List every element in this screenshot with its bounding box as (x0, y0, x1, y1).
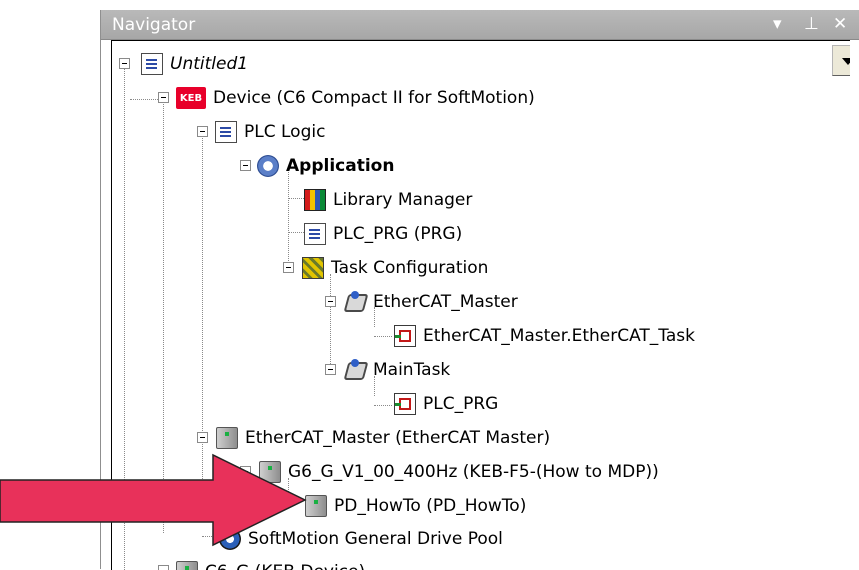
tree-item-device[interactable]: KEB Device (C6 Compact II for SoftMotion… (176, 83, 535, 113)
tree-guide (330, 274, 331, 364)
tree-guide (288, 232, 304, 233)
tree-item-plc-prg-call[interactable]: PLC_PRG (394, 389, 498, 419)
application-gear-icon (257, 155, 279, 177)
library-books-icon (304, 189, 326, 211)
tree-item-label: EtherCAT_Master (373, 292, 518, 312)
tree-item-label: EtherCAT_Master (EtherCAT Master) (245, 428, 551, 448)
collapse-toggle[interactable] (158, 92, 169, 103)
tree-guide (374, 405, 392, 406)
collapse-toggle[interactable] (240, 160, 251, 171)
tree-item-label: Untitled1 (170, 54, 249, 74)
tree-item-label: MainTask (373, 360, 451, 380)
tree-guide (288, 198, 304, 199)
project-tree[interactable]: Untitled1 KEB Device (C6 Compact II for … (111, 40, 850, 570)
collapse-toggle[interactable] (158, 565, 169, 570)
collapse-toggle[interactable] (197, 432, 208, 443)
tree-item-untitled1[interactable]: Untitled1 (141, 49, 248, 79)
tree-guide (202, 536, 218, 537)
tree-item-c6-g[interactable]: C6_G (KEB Device) (176, 557, 365, 570)
tree-item-ethercat-task-call[interactable]: EtherCAT_Master.EtherCAT_Task (394, 321, 695, 351)
task-layers-icon (344, 291, 366, 313)
tree-guide (124, 68, 125, 570)
tree-item-task-configuration[interactable]: Task Configuration (302, 253, 488, 283)
collapse-toggle[interactable] (197, 126, 208, 137)
navigator-title: Navigator (112, 15, 196, 35)
pou-call-icon (394, 393, 416, 415)
tree-item-label: PLC Logic (244, 122, 326, 142)
tree-item-label: SoftMotion General Drive Pool (248, 529, 503, 549)
close-icon[interactable]: ✕ (833, 14, 847, 34)
tree-guide (288, 169, 289, 267)
tree-item-label: PLC_PRG (PRG) (333, 224, 463, 244)
tree-item-label: Application (286, 156, 395, 176)
tree-item-label: PD_HowTo (PD_HowTo) (334, 496, 527, 516)
task-config-icon (302, 257, 324, 279)
navigator-titlebar: Navigator ▾ ⊥ ✕ (101, 10, 859, 40)
tree-item-label: G6_G_V1_00_400Hz (KEB-F5-(How to MDP)) (288, 462, 659, 482)
tree-item-label: PLC_PRG (423, 394, 499, 414)
tree-item-ethercat-master-device[interactable]: EtherCAT_Master (EtherCAT Master) (216, 423, 550, 453)
tree-guide (202, 134, 203, 499)
tree-guide (163, 101, 164, 533)
program-doc-icon (304, 223, 326, 245)
softmotion-icon (219, 528, 241, 550)
project-doc-icon (141, 53, 163, 75)
tree-item-plc-prg[interactable]: PLC_PRG (PRG) (304, 219, 462, 249)
tree-item-ethercat-master-task[interactable]: EtherCAT_Master (344, 287, 518, 317)
collapse-toggle[interactable] (119, 58, 130, 69)
device-module-icon (216, 427, 238, 449)
panel-dropdown-icon[interactable]: ▾ (773, 14, 782, 34)
collapse-toggle[interactable] (325, 364, 336, 375)
task-layers-icon (344, 359, 366, 381)
device-module-icon (259, 461, 281, 483)
collapse-toggle[interactable] (283, 262, 294, 273)
tree-item-g6-device[interactable]: G6_G_V1_00_400Hz (KEB-F5-(How to MDP)) (259, 457, 659, 487)
collapse-toggle[interactable] (240, 466, 251, 477)
tree-dropdown-button[interactable] (832, 45, 850, 76)
keb-logo-icon: KEB (176, 87, 206, 109)
tree-item-application[interactable]: Application (257, 151, 394, 181)
tree-item-label: Library Manager (333, 190, 473, 210)
navigator-panel: Navigator ▾ ⊥ ✕ Untitled1 KEB Device (C6… (100, 10, 859, 570)
tree-item-maintask[interactable]: MainTask (344, 355, 450, 385)
tree-item-pd-howto[interactable]: PD_HowTo (PD_HowTo) (305, 491, 526, 521)
tree-item-library-manager[interactable]: Library Manager (304, 185, 472, 215)
collapse-toggle[interactable] (325, 296, 336, 307)
tree-guide (374, 336, 392, 337)
tree-item-plc-logic[interactable]: PLC Logic (215, 117, 325, 147)
tree-item-label: Task Configuration (331, 258, 489, 278)
tree-item-label: Device (C6 Compact II for SoftMotion) (213, 88, 535, 108)
tree-item-softmotion-pool[interactable]: SoftMotion General Drive Pool (219, 524, 503, 554)
tree-item-label: EtherCAT_Master.EtherCAT_Task (423, 326, 695, 346)
pin-icon[interactable]: ⊥ (804, 14, 819, 34)
device-module-icon (305, 495, 327, 517)
plc-logic-icon (215, 121, 237, 143)
pou-call-icon (394, 325, 416, 347)
